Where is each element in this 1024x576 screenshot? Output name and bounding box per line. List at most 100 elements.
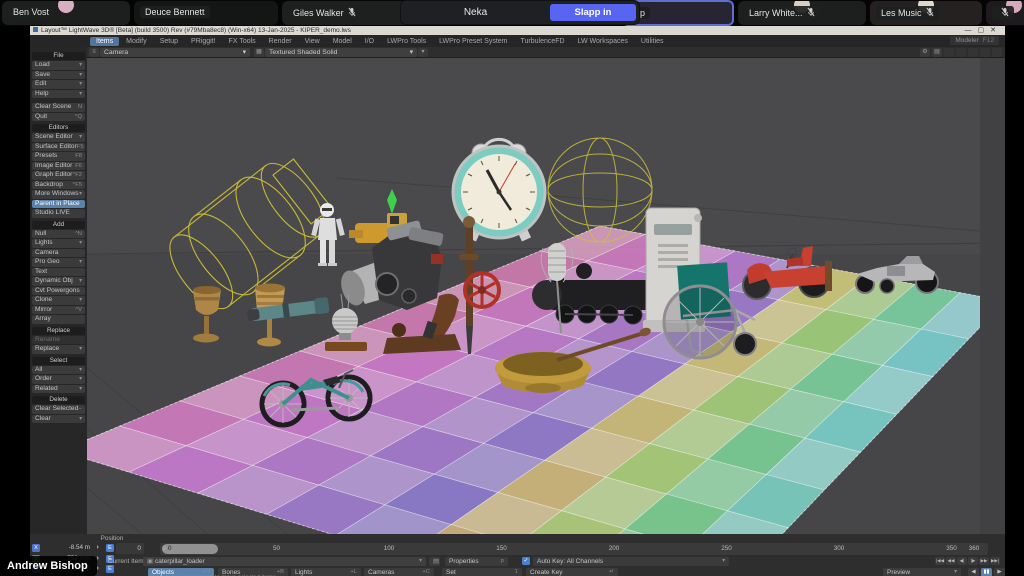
transport-next-key-button[interactable]: ▶▶ [979,557,989,565]
menu-tab-model[interactable]: Model [327,37,358,46]
sidebar-item-related[interactable]: Related▾ [32,385,85,394]
gear-icon[interactable]: ⚙ [920,48,930,57]
modeler-button[interactable]: ModelerF12 [950,36,999,45]
viewport-menu-icon[interactable]: ≡ [89,48,99,57]
properties-button[interactable]: Propertiesp [445,557,508,566]
menu-tab-priggit[interactable]: PRiggit! [185,37,222,46]
menu-tab-items[interactable]: Items [90,37,119,46]
sidebar-item-clear-selected[interactable]: Clear Selected− [32,405,85,414]
view-mode-dropdown[interactable]: Camera▾ [100,48,250,57]
sidebar-item-array[interactable]: Array [32,315,85,324]
menu-tab-lw-workspaces[interactable]: LW Workspaces [572,37,634,46]
sidebar-item-backdrop[interactable]: Backdrop^F5 [32,181,85,190]
sidebar-item-order[interactable]: Order▾ [32,375,85,384]
participant-tile-deuce-bennett[interactable]: Deuce Bennett [134,1,278,25]
close-button[interactable]: ✕ [990,27,1002,34]
transport-prev-key-button[interactable]: ◀◀ [946,557,956,565]
viewport-option-button[interactable] [968,48,978,57]
sidebar-item-camera[interactable]: Camera [32,249,85,258]
rewind-button[interactable]: ◀ [968,568,979,576]
sidebar-section-select: Select [32,357,85,365]
sidebar-item-more-windows[interactable]: More Windows▾ [32,190,85,199]
timeline-ruler[interactable]: 0 050100150200250300350360 [160,543,988,555]
menu-tab-fx-tools[interactable]: FX Tools [223,37,262,46]
save-view-icon[interactable]: ▤ [932,48,942,57]
transport-next-frame-button[interactable]: |▶ [968,557,978,565]
transport-prev-frame-button[interactable]: ◀| [957,557,967,565]
pause-button[interactable]: ▮▮ [981,568,992,576]
sidebar-item-help[interactable]: Help▾ [32,90,85,99]
position-dropdown[interactable]: Position [72,535,152,542]
sidebar-item-text[interactable]: Text [32,268,85,277]
autokey-dropdown[interactable]: Auto Key: All Channels▾ [533,557,729,566]
sidebar-item-null[interactable]: Null^N [32,230,85,239]
sidebar-item-cvt-powergons[interactable]: Cvt Powergons [32,287,85,296]
menu-tab-i-o[interactable]: I/O [359,37,380,46]
viewport-3d[interactable] [87,58,1005,534]
sidebar-item-load[interactable]: Load▾ [32,61,85,70]
menu-tab-setup[interactable]: Setup [154,37,184,46]
shading-options-dropdown[interactable]: ▾ [418,48,428,57]
sidebar-item-rename[interactable]: Rename [32,336,85,345]
sidebar-item-studio-live[interactable]: Studio LIVE [32,209,85,218]
shading-mode-dropdown[interactable]: Textured Shaded Solid▾ [265,48,417,57]
menu-tab-view[interactable]: View [299,37,326,46]
create-key-button[interactable]: Create Key↵ [526,568,618,576]
window-titlebar[interactable]: Layout™ LightWave 3D® [Beta] (build 3500… [30,26,1005,35]
menu-tab-turbulencefd[interactable]: TurbulenceFD [515,37,571,46]
sidebar-item-quit[interactable]: Quit^Q [32,113,85,122]
viewport-option-button[interactable] [956,48,966,57]
sidebar-item-parent-in-place[interactable]: Parent in Place [32,200,85,209]
preview-dropdown[interactable]: Preview▾ [883,568,961,576]
sidebar-item-mirror[interactable]: Mirror^V [32,306,85,315]
current-item-dropdown[interactable]: ▣ caterpillar_loader▾ [143,557,426,566]
sidebar-item-dynamic-obj[interactable]: Dynamic Obj▾ [32,277,85,286]
viewport-option-button[interactable] [992,48,1002,57]
sidebar-item-pro-geo[interactable]: Pro Geo▾ [32,258,85,267]
play-button[interactable]: ▶ [994,568,1005,576]
item-list-icon[interactable]: ▤ [429,557,440,566]
popup-action-button[interactable]: Slapp in [550,4,636,21]
participant-tile-ben-vost[interactable]: Ben Vost [2,1,130,25]
sidebar-item-save[interactable]: Save▾ [32,71,85,80]
frame-field[interactable]: 0 [116,543,144,554]
participant-tile-giles-walker[interactable]: Giles Walker [282,1,414,25]
sidebar-item-scene-editor[interactable]: Scene Editor▾ [32,133,85,142]
transport-first-frame-button[interactable]: |◀◀ [935,557,945,565]
envelope-button[interactable]: E [106,565,114,573]
viewport-option-button[interactable] [944,48,954,57]
sidebar-item-clone[interactable]: Clone▾ [32,296,85,305]
transport-last-frame-button[interactable]: ▶▶| [990,557,1000,565]
sidebar-item-presets[interactable]: PresetsF8 [32,152,85,161]
sidebar-item-all[interactable]: All▾ [32,366,85,375]
participant-tile-x[interactable] [986,1,1024,25]
menu-tab-modify[interactable]: Modify [120,37,153,46]
axis-state-icon[interactable]: ◑ [95,544,99,552]
participant-tile-larry-white[interactable]: Larry White... [738,1,866,25]
envelope-button[interactable]: E [106,544,114,552]
menu-tab-lwpro-tools[interactable]: LWPro Tools [381,37,432,46]
set-key-button[interactable]: Set1 [442,568,522,576]
axis-value[interactable]: -8.54 m [42,544,90,552]
menu-tab-render[interactable]: Render [263,37,298,46]
autokey-checkbox[interactable]: ✓ [522,557,530,565]
sidebar-item-surface-editor[interactable]: Surface EditorF5 [32,143,85,152]
viewport-option-button[interactable] [980,48,990,57]
sidebar-item-clear[interactable]: Clear▾ [32,415,85,424]
maximize-button[interactable]: ▢ [978,27,991,34]
frame-slider[interactable]: 0 [162,544,218,554]
participant-tile-les-music[interactable]: Les Music [870,1,982,25]
wooden-post-object[interactable] [825,261,832,291]
menu-tab-lwpro-preset-system[interactable]: LWPro Preset System [433,37,513,46]
minimize-button[interactable]: — [965,27,978,34]
sidebar-item-edit[interactable]: Edit▾ [32,80,85,89]
category-cameras[interactable]: Cameras+C [364,568,434,576]
sidebar-item-graph-editor[interactable]: Graph Editor^F2 [32,171,85,180]
sidebar-item-clear-scene[interactable]: Clear SceneN [32,103,85,112]
axis-badge[interactable]: X [32,544,40,552]
category-lights[interactable]: Lights+L [291,568,361,576]
menu-tab-utilities[interactable]: Utilities [635,37,670,46]
sidebar-item-replace[interactable]: Replace▾ [32,345,85,354]
sidebar-item-lights[interactable]: Lights▾ [32,239,85,248]
sidebar-item-image-editor[interactable]: Image EditorF6 [32,162,85,171]
